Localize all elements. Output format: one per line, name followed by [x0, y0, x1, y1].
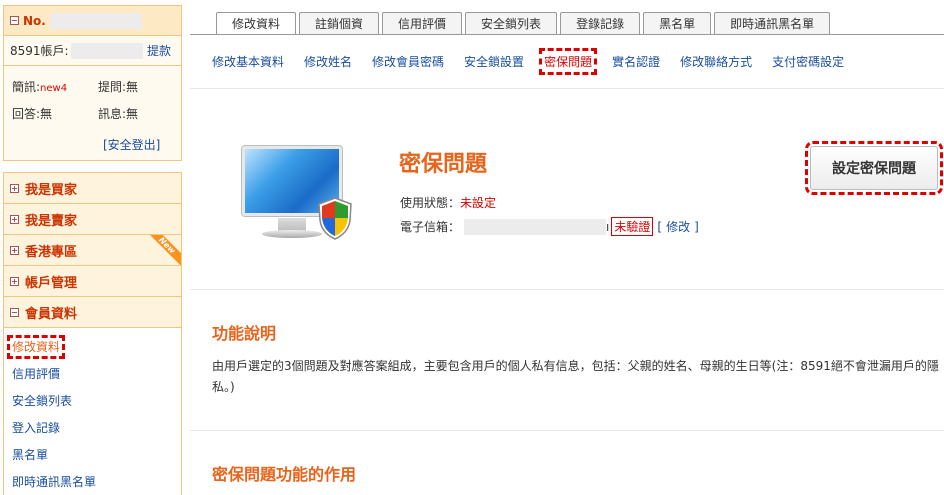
- sidebar-item-security-lock[interactable]: 安全鎖列表: [12, 388, 181, 415]
- expand-icon: [10, 214, 19, 224]
- tab-blacklist[interactable]: 黑名單: [643, 12, 712, 35]
- sidebar-item-blacklist[interactable]: 黑名單: [12, 442, 181, 469]
- content-divider-1: [190, 289, 944, 290]
- menu-label: 香港專區: [25, 244, 78, 260]
- notice-value: 無: [126, 107, 139, 121]
- user-header: No.: [4, 6, 181, 36]
- status-row: 使用狀態： 未設定: [400, 194, 496, 211]
- set-security-question-button[interactable]: 設定密保問題: [805, 141, 943, 195]
- status-value: 未設定: [460, 196, 497, 210]
- question-value: 無: [126, 80, 139, 94]
- sidebar-item-im-blacklist[interactable]: 即時通訊黑名單: [12, 469, 181, 495]
- reply-label: 回答:: [12, 107, 41, 121]
- notice-stat[interactable]: 訊息:無: [98, 105, 138, 122]
- menu-member[interactable]: 會員資料: [4, 297, 181, 328]
- menu-label: 我是買家: [25, 182, 78, 198]
- sub-navigation: 修改基本資料 修改姓名 修改會員密碼 安全鎖設置 密保問題 實名認證 修改聯絡方…: [212, 47, 864, 75]
- question-stat[interactable]: 提問:無: [98, 78, 138, 95]
- reply-stat[interactable]: 回答:無: [12, 105, 52, 122]
- tab-credit[interactable]: 信用評價: [382, 12, 463, 35]
- menu-seller[interactable]: 我是賣家: [4, 204, 181, 235]
- tab-login-log[interactable]: 登錄記錄: [560, 12, 641, 35]
- question-label: 提問:: [98, 80, 127, 94]
- message-stat[interactable]: 簡訊:new4: [12, 78, 67, 95]
- notice-label: 訊息:: [98, 107, 127, 121]
- content-divider-2: [190, 430, 944, 431]
- subnav-security-lock[interactable]: 安全鎖設置: [464, 53, 524, 70]
- expand-icon: [10, 245, 19, 255]
- top-tabs: 修改資料 註銷個資 信用評價 安全鎖列表 登錄記錄 黑名單 即時通訊黑名單: [216, 12, 833, 35]
- subnav-contact[interactable]: 修改聯絡方式: [680, 53, 752, 70]
- expand-icon: [10, 276, 19, 286]
- masked-account-balance: [70, 42, 143, 59]
- account-label: 8591帳戶:: [10, 44, 69, 58]
- tab-underline: [190, 34, 944, 35]
- collapse-icon: [10, 307, 19, 317]
- sidebar-item-credit[interactable]: 信用評價: [12, 361, 181, 388]
- withdraw-link[interactable]: 提款: [147, 42, 171, 59]
- shield-icon: [318, 197, 352, 240]
- menu-account[interactable]: 帳戶管理: [4, 266, 181, 297]
- sidebar-menu: 我是買家 我是賣家 香港專區 New 帳戶管理 會員資料 修改資料 信用評價 安…: [3, 172, 182, 495]
- email-suffix: ı: [606, 219, 610, 234]
- expand-icon: [10, 183, 19, 193]
- menu-buyer[interactable]: 我是買家: [4, 173, 181, 204]
- logout-link[interactable]: [安全登出]: [103, 136, 160, 153]
- menu-hongkong[interactable]: 香港專區 New: [4, 235, 181, 266]
- masked-email: [464, 218, 607, 235]
- subnav-security-question[interactable]: 密保問題: [539, 47, 598, 75]
- email-row: 電子信箱： ı 未驗證 [ 修改 ]: [400, 217, 699, 236]
- status-label: 使用狀態：: [400, 196, 461, 210]
- subnav-password[interactable]: 修改會員密碼: [372, 53, 444, 70]
- user-no-label: No.: [23, 13, 46, 28]
- reply-value: 無: [40, 107, 53, 121]
- function-description-title: 功能說明: [212, 324, 277, 343]
- page-title: 密保問題: [399, 152, 488, 177]
- monitor-shield-icon: [238, 144, 358, 248]
- tab-security-lock[interactable]: 安全鎖列表: [465, 12, 558, 35]
- subnav-payment-password[interactable]: 支付密碼設定: [772, 53, 844, 70]
- menu-label: 會員資料: [25, 306, 78, 322]
- subnav-real-name[interactable]: 實名認證: [612, 53, 660, 70]
- masked-user-id: [49, 12, 142, 29]
- message-value: new4: [40, 83, 68, 94]
- tab-im-blacklist[interactable]: 即時通訊黑名單: [714, 12, 831, 35]
- unverified-badge: 未驗證: [611, 217, 654, 236]
- monitor-base: [262, 230, 322, 238]
- page-root: No. 8591帳戶: 提款 簡訊:new4 提問:無 回答:無 訊息:無 [安…: [0, 0, 944, 495]
- user-info-box: No. 8591帳戶: 提款 簡訊:new4 提問:無 回答:無 訊息:無 [安…: [3, 5, 182, 161]
- sidebar-item-login-log[interactable]: 登入記錄: [12, 415, 181, 442]
- subnav-divider: [190, 88, 944, 89]
- subnav-basic-info[interactable]: 修改基本資料: [212, 53, 284, 70]
- edit-bracket-close: ]: [694, 219, 699, 234]
- edit-email-link[interactable]: 修改: [666, 218, 690, 235]
- member-submenu: 修改資料 信用評價 安全鎖列表 登入記錄 黑名單 即時通訊黑名單: [4, 334, 181, 495]
- message-label: 簡訊:: [12, 80, 41, 94]
- email-label: 電子信箱：: [400, 220, 461, 234]
- tab-edit-profile[interactable]: 修改資料: [216, 12, 297, 35]
- function-description-text: 由用戶選定的3個問題及對應答案組成，主要包含用戶的個人私有信息，包括：父親的姓名…: [212, 359, 939, 394]
- new-badge: New: [149, 235, 181, 265]
- collapse-icon[interactable]: [10, 16, 19, 25]
- edit-bracket-open: [: [657, 219, 663, 234]
- sidebar-item-edit-profile[interactable]: 修改資料: [6, 334, 181, 361]
- tab-delete-data[interactable]: 註銷個資: [299, 12, 380, 35]
- stats-grid: 簡訊:new4 提問:無 回答:無 訊息:無 [安全登出]: [4, 66, 181, 160]
- function-purpose-title: 密保問題功能的作用: [212, 465, 357, 484]
- menu-label: 我是賣家: [25, 213, 78, 229]
- subnav-edit-name[interactable]: 修改姓名: [304, 53, 352, 70]
- menu-label: 帳戶管理: [25, 275, 78, 291]
- account-row: 8591帳戶: 提款: [4, 36, 181, 66]
